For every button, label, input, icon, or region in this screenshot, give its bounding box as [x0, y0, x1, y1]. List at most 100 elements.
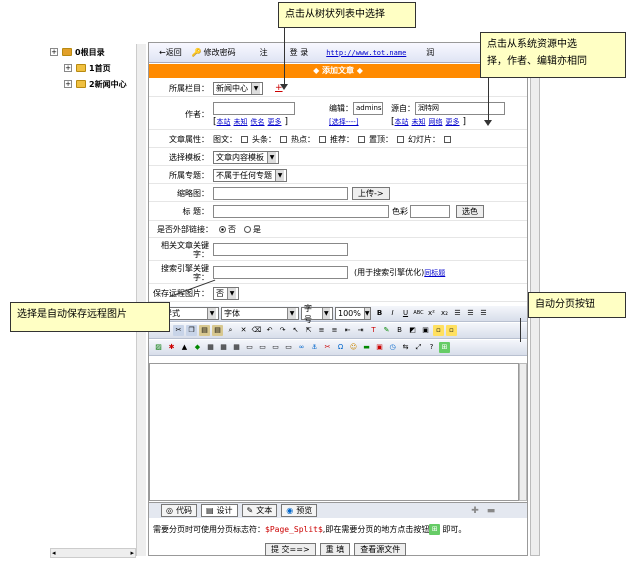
site-url-link[interactable]: http://www.tot.name — [326, 49, 406, 57]
editor-shrink-icon[interactable]: ▬ — [487, 506, 496, 516]
image-icon[interactable]: ▨ — [153, 342, 164, 353]
author-link-unknown[interactable]: 未知 — [234, 118, 248, 126]
time-icon[interactable]: ◷ — [387, 342, 398, 353]
source-input[interactable]: 润特网 — [415, 101, 505, 115]
paste-icon[interactable]: ▤ — [199, 325, 210, 336]
link-icon[interactable]: ∞ — [296, 342, 307, 353]
tree-root[interactable]: +0根目录 — [50, 44, 140, 60]
top-checkbox[interactable] — [397, 136, 404, 143]
thumbnail-input[interactable] — [213, 186, 348, 200]
login-link[interactable]: 登 录 — [290, 47, 309, 58]
indent-icon[interactable]: ⇥ — [355, 325, 366, 336]
copy-icon[interactable]: ❐ — [186, 325, 197, 336]
fullscreen-icon[interactable]: ⤢ — [413, 342, 424, 353]
tree-item-home[interactable]: +1首页 — [50, 60, 140, 76]
expand-icon[interactable]: + — [50, 48, 58, 56]
highlight-icon[interactable]: ✎ — [381, 325, 392, 336]
author-input[interactable] — [213, 101, 295, 115]
select-icon[interactable]: ↖ — [290, 325, 301, 336]
tab-design[interactable]: ▤ 设计 — [200, 504, 238, 517]
source-link-more[interactable]: 更多 — [446, 118, 460, 126]
subscript-icon[interactable]: x₂ — [439, 308, 450, 319]
tab-text[interactable]: ✎ 文本 — [241, 504, 278, 517]
align-center-icon[interactable]: ☰ — [465, 308, 476, 319]
align-right-icon[interactable]: ☰ — [478, 308, 489, 319]
input-icon[interactable]: ▭ — [283, 342, 294, 353]
hot-checkbox[interactable] — [319, 136, 326, 143]
title-input[interactable] — [213, 205, 389, 218]
superscript-icon[interactable]: x² — [426, 308, 437, 319]
outdent-icon[interactable]: ⇤ — [342, 325, 353, 336]
table-icon[interactable]: ▦ — [205, 342, 216, 353]
column-select[interactable]: 新闻中心 ▼ — [213, 81, 263, 95]
note-icon[interactable]: ▫ — [433, 325, 444, 336]
keyword-input[interactable] — [213, 243, 348, 256]
eraser-icon[interactable]: ⌫ — [251, 325, 262, 336]
emoticon-icon[interactable]: ☺ — [348, 342, 359, 353]
tree-item-news[interactable]: +2新闻中心 — [50, 76, 140, 92]
scroll-left-icon[interactable]: ◂ — [52, 549, 56, 557]
expand-icon[interactable]: + — [64, 80, 72, 88]
table-insert-icon[interactable]: ▦ — [218, 342, 229, 353]
editor-select-link[interactable]: [选择----] — [329, 118, 359, 126]
remote-image-select[interactable]: 否 ▼ — [213, 286, 239, 300]
help-icon[interactable]: ? — [426, 342, 437, 353]
font-size-select[interactable]: 字号 ▼ — [301, 304, 333, 324]
border-icon[interactable]: ▣ — [420, 325, 431, 336]
author-link-more[interactable]: 更多 — [268, 118, 282, 126]
notes-icon[interactable]: ▫ — [446, 325, 457, 336]
recommend-checkbox[interactable] — [358, 136, 365, 143]
bullet-list-icon[interactable]: ≡ — [329, 325, 340, 336]
more-link[interactable]: 润 — [426, 47, 434, 58]
flash-icon[interactable]: ✱ — [166, 342, 177, 353]
format-icon[interactable]: ◩ — [407, 325, 418, 336]
font-select[interactable]: 字体 ▼ — [221, 307, 299, 320]
back-link[interactable]: ←返回 — [159, 47, 182, 58]
diamond-icon[interactable]: ◆ — [192, 342, 203, 353]
author-link-anonymous[interactable]: 佚名 — [251, 118, 265, 126]
absolute-position-icon[interactable]: ⇱ — [303, 325, 314, 336]
delete-icon[interactable]: ✕ — [238, 325, 249, 336]
submit-button[interactable]: 提 交==> — [265, 543, 316, 556]
find-icon[interactable]: ⌕ — [225, 325, 236, 336]
align-left-icon[interactable]: ☰ — [452, 308, 463, 319]
tree-horizontal-scrollbar[interactable]: ◂ ▸ — [50, 548, 136, 558]
underline-icon[interactable]: U — [400, 308, 411, 319]
tab-preview[interactable]: ◉ 预览 — [281, 504, 318, 517]
italic-icon[interactable]: I — [387, 308, 398, 319]
topic-select[interactable]: 不属于任何专题 ▼ — [213, 168, 287, 182]
change-password-link[interactable]: 修改密码 — [204, 47, 236, 58]
media-icon[interactable]: ▲ — [179, 342, 190, 353]
frame-icon[interactable]: ▭ — [244, 342, 255, 353]
editor-input[interactable]: admins — [353, 101, 383, 115]
expand-icon[interactable]: + — [64, 64, 72, 72]
external-yes-radio[interactable] — [244, 226, 251, 233]
background-color-icon[interactable]: B — [394, 325, 405, 336]
form-icon[interactable]: ▭ — [270, 342, 281, 353]
color-input[interactable] — [410, 205, 450, 218]
source-link-network[interactable]: 网络 — [429, 118, 443, 126]
external-no-radio[interactable] — [219, 226, 226, 233]
horizontal-rule-icon[interactable]: ▬ — [361, 342, 372, 353]
date-icon[interactable]: ▣ — [374, 342, 385, 353]
cut-icon[interactable]: ✂ — [173, 325, 184, 336]
page-break-icon[interactable]: ⊞ — [439, 342, 450, 353]
unlink-icon[interactable]: ✂ — [322, 342, 333, 353]
special-char-icon[interactable]: Ω — [335, 342, 346, 353]
pictorial-checkbox[interactable] — [241, 136, 248, 143]
source-link-site[interactable]: 本站 — [395, 118, 409, 126]
grid-icon[interactable]: ▦ — [231, 342, 242, 353]
editor-expand-icon[interactable]: ✚ — [471, 506, 479, 516]
strikethrough-icon[interactable]: ABC — [413, 308, 424, 319]
view-source-button[interactable]: 查看源文件 — [354, 543, 407, 556]
marquee-icon[interactable]: ⇆ — [400, 342, 411, 353]
pick-color-button[interactable]: 选色 — [456, 205, 484, 218]
iframe-icon[interactable]: ▭ — [257, 342, 268, 353]
reset-button[interactable]: 重 填 — [319, 543, 351, 556]
headline-checkbox[interactable] — [280, 136, 287, 143]
text-color-icon[interactable]: T — [368, 325, 379, 336]
anchor-icon[interactable]: ⚓ — [309, 342, 320, 353]
paste-text-icon[interactable]: ▤ — [212, 325, 223, 336]
logout-link[interactable]: 注 — [260, 47, 268, 58]
tree-vertical-scrollbar[interactable] — [136, 44, 146, 556]
